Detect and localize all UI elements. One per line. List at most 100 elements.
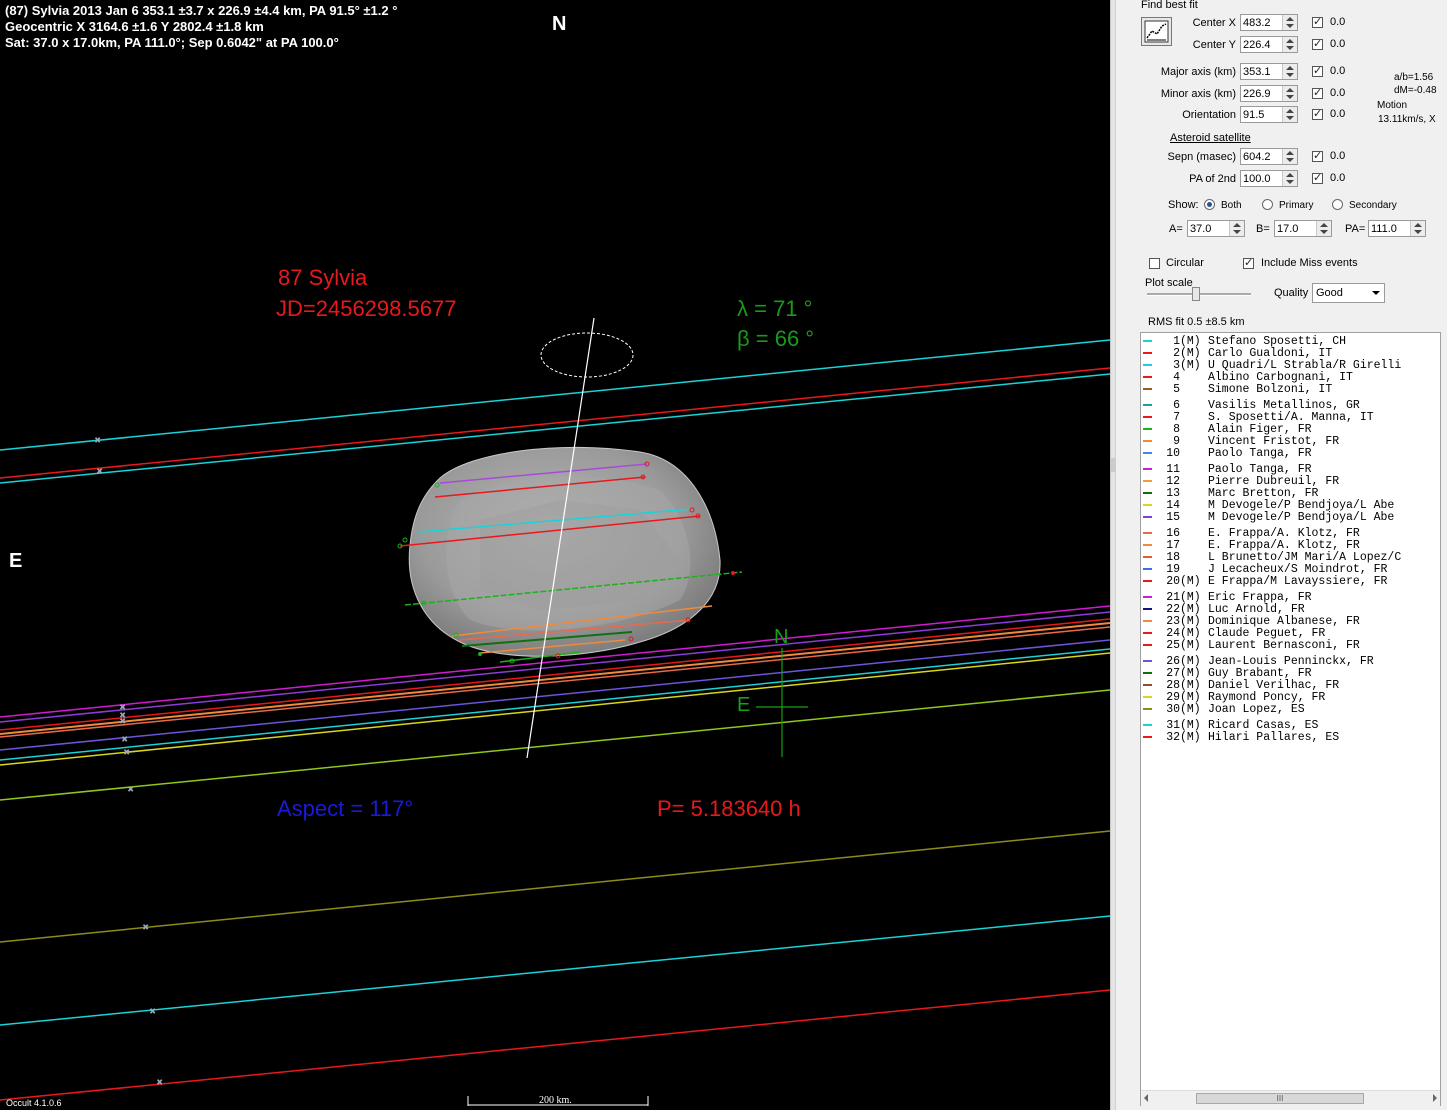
center-x-fix-checkbox[interactable] xyxy=(1312,15,1323,28)
spinner-arrows[interactable] xyxy=(1282,64,1297,79)
show-secondary-radio[interactable] xyxy=(1332,199,1343,210)
observer-row[interactable]: 5 Simone Bolzoni, IT xyxy=(1143,384,1332,396)
observer-color-swatch xyxy=(1143,451,1152,454)
minor-axis-label: Minor axis (km) xyxy=(1160,88,1236,100)
observer-color-swatch xyxy=(1143,363,1152,366)
separation-spinner[interactable] xyxy=(1240,148,1298,165)
orientation-input[interactable] xyxy=(1241,107,1287,122)
observer-name: E Frappa/M Lavayssiere, FR xyxy=(1208,575,1388,588)
observer-color-swatch xyxy=(1143,491,1152,494)
julian-date: JD=2456298.5677 xyxy=(276,296,457,321)
observer-row[interactable]: 20(M) E Frappa/M Lavayssiere, FR xyxy=(1143,576,1387,588)
plot-canvas: × × × × × × × × × × × xyxy=(0,317,1110,1106)
major-axis-input[interactable] xyxy=(1241,64,1287,79)
observer-color-swatch xyxy=(1143,339,1152,342)
scroll-left-icon[interactable] xyxy=(1144,1094,1148,1102)
circular-label: Circular xyxy=(1166,257,1204,269)
observer-name: Simone Bolzoni, IT xyxy=(1208,383,1333,396)
spinner-arrows[interactable] xyxy=(1282,37,1297,52)
orientation-spinner[interactable] xyxy=(1240,106,1298,123)
chord-line xyxy=(0,639,1110,751)
observer-flag: (M) xyxy=(1180,639,1201,652)
observer-color-swatch xyxy=(1143,723,1152,726)
pa-second-fix-checkbox[interactable] xyxy=(1312,171,1323,184)
chord-line xyxy=(0,689,1110,801)
panel-splitter[interactable] xyxy=(1110,0,1116,1110)
quality-select[interactable]: Good xyxy=(1312,283,1385,303)
chevron-down-icon xyxy=(1372,291,1380,295)
observer-color-swatch xyxy=(1143,607,1152,610)
spinner-arrows[interactable] xyxy=(1410,221,1425,236)
include-miss-checkbox[interactable] xyxy=(1243,256,1254,269)
spinner-arrows[interactable] xyxy=(1229,221,1244,236)
observer-row[interactable]: 25(M) Laurent Bernasconi, FR xyxy=(1143,640,1360,652)
list-hscrollbar[interactable]: III xyxy=(1141,1090,1440,1106)
spinner-arrows[interactable] xyxy=(1282,107,1297,122)
pa-second-input[interactable] xyxy=(1241,171,1287,186)
show-primary-radio[interactable] xyxy=(1262,199,1273,210)
spinner-arrows[interactable] xyxy=(1316,221,1331,236)
spinner-arrows[interactable] xyxy=(1282,86,1297,101)
separation-fix-checkbox[interactable] xyxy=(1312,149,1323,162)
sat-a-input[interactable] xyxy=(1188,221,1234,236)
find-best-fit-button[interactable] xyxy=(1141,17,1172,46)
show-both-radio[interactable] xyxy=(1204,199,1215,210)
sat-pa-input[interactable] xyxy=(1369,221,1415,236)
observer-row[interactable]: 30(M) Joan Lopez, ES xyxy=(1143,704,1305,716)
major-axis-spinner[interactable] xyxy=(1240,63,1298,80)
compass-east: E xyxy=(737,694,751,716)
svg-text:×: × xyxy=(97,466,102,476)
observer-color-swatch xyxy=(1143,543,1152,546)
show-both-label: Both xyxy=(1221,200,1242,211)
center-y-fix-checkbox[interactable] xyxy=(1312,37,1323,50)
sat-b-input[interactable] xyxy=(1275,221,1321,236)
observer-row[interactable]: 10 Paolo Tanga, FR xyxy=(1143,448,1312,460)
major-axis-fix-checkbox[interactable] xyxy=(1312,64,1323,77)
spinner-arrows[interactable] xyxy=(1282,149,1297,164)
circular-checkbox[interactable] xyxy=(1149,258,1160,269)
observer-number: 30 xyxy=(1166,703,1180,716)
observer-color-swatch xyxy=(1143,555,1152,558)
center-x-input[interactable] xyxy=(1241,15,1287,30)
observer-row[interactable]: 15 M Devogele/P Bendjoya/L Abe xyxy=(1143,512,1394,524)
observer-color-swatch xyxy=(1143,631,1152,634)
sat-b-spinner[interactable] xyxy=(1274,220,1332,237)
center-x-spinner[interactable] xyxy=(1240,14,1298,31)
observer-row[interactable]: 32(M) Hilari Pallares, ES xyxy=(1143,732,1339,744)
minor-axis-fix-checkbox[interactable] xyxy=(1312,86,1323,99)
center-y-spinner[interactable] xyxy=(1240,36,1298,53)
axis-ratio: a/b=1.56 xyxy=(1394,72,1434,83)
show-label: Show: xyxy=(1168,199,1199,211)
svg-text:×: × xyxy=(95,435,100,445)
major-axis-label: Major axis (km) xyxy=(1160,66,1236,78)
show-primary-label: Primary xyxy=(1279,200,1314,211)
scroll-right-icon[interactable] xyxy=(1433,1094,1437,1102)
pa-second-spinner[interactable] xyxy=(1240,170,1298,187)
observer-color-swatch xyxy=(1143,659,1152,662)
spinner-arrows[interactable] xyxy=(1282,15,1297,30)
observer-color-swatch xyxy=(1143,695,1152,698)
plot-scale-thumb[interactable] xyxy=(1192,287,1200,301)
rotation-period: P= 5.183640 h xyxy=(657,796,801,821)
major-axis-dev: 0.0 xyxy=(1330,65,1346,77)
minor-axis-spinner[interactable] xyxy=(1240,85,1298,102)
occultation-plot[interactable]: × × × × × × × × × × × (87) Sylvia 2013 J… xyxy=(0,0,1110,1110)
scroll-thumb[interactable]: III xyxy=(1196,1093,1364,1104)
pole-beta: β = 66 ° xyxy=(737,326,815,351)
center-y-input[interactable] xyxy=(1241,37,1287,52)
minor-axis-dev: 0.0 xyxy=(1330,87,1346,99)
compass-rose xyxy=(756,648,808,757)
observer-number: 5 xyxy=(1173,383,1180,396)
minor-axis-input[interactable] xyxy=(1241,86,1287,101)
orientation-fix-checkbox[interactable] xyxy=(1312,107,1323,120)
sat-pa-label: PA= xyxy=(1345,223,1366,235)
sat-pa-spinner[interactable] xyxy=(1368,220,1426,237)
header-line-3: Sat: 37.0 x 17.0km, PA 111.0°; Sep 0.604… xyxy=(5,35,339,50)
observer-list[interactable]: 1(M) Stefano Sposetti, CH 2(M) Carlo Gualdo… xyxy=(1140,332,1441,1106)
separation-input[interactable] xyxy=(1241,149,1287,164)
observer-color-swatch xyxy=(1143,415,1152,418)
splitter-grip[interactable] xyxy=(1111,458,1116,472)
sat-a-spinner[interactable] xyxy=(1187,220,1245,237)
observer-color-swatch xyxy=(1143,375,1152,378)
spinner-arrows[interactable] xyxy=(1282,171,1297,186)
